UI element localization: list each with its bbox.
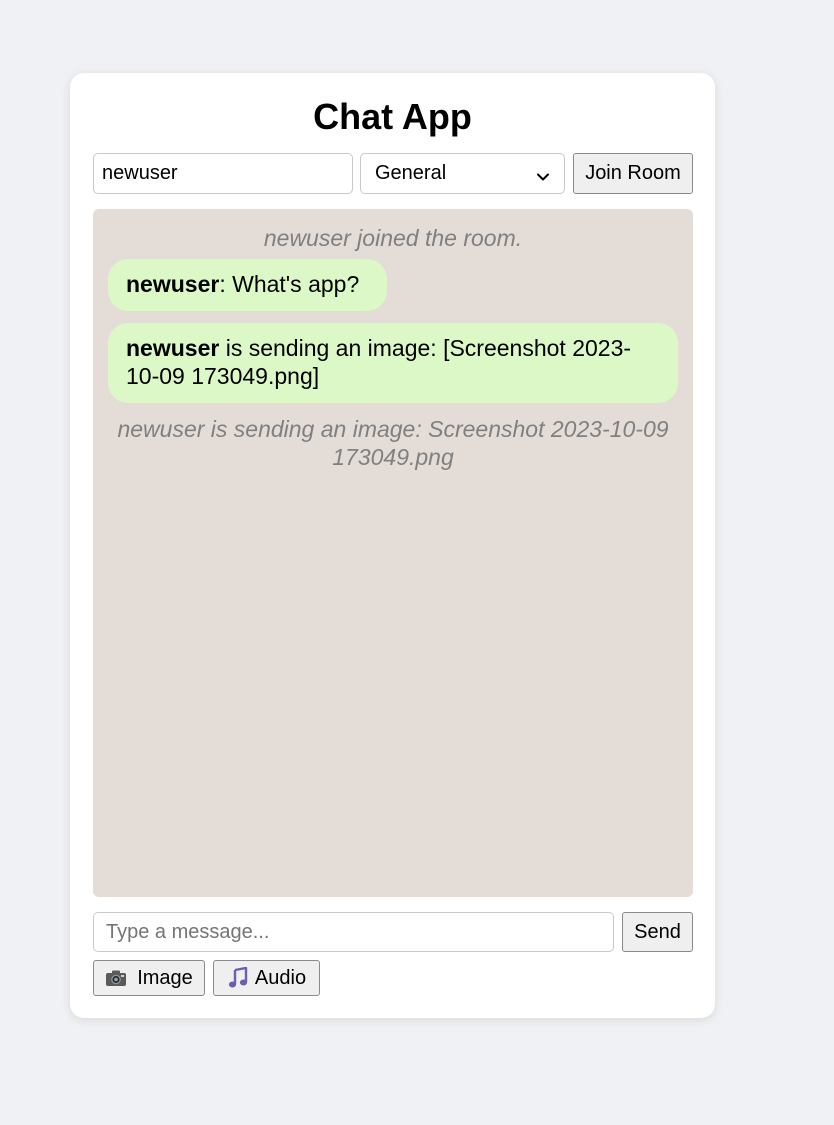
system-message: newuser is sending an image: Screenshot … <box>117 416 669 470</box>
audio-button-label: Audio <box>254 966 307 989</box>
message-text: : What's app? <box>219 271 360 297</box>
app-title: Chat App <box>313 96 472 137</box>
send-button[interactable]: Send <box>622 912 693 952</box>
chat-bubble: newuser is sending an image: [Screenshot… <box>108 323 678 403</box>
message-sender: newuser <box>126 335 220 361</box>
username-value: newuser <box>102 162 178 184</box>
system-message: newuser joined the room. <box>263 225 523 251</box>
image-button-label: Image <box>137 966 193 989</box>
chat-card: Chat App newuser General Join Room newus… <box>70 73 715 1018</box>
messages-panel[interactable]: newuser joined the room. newuser: What's… <box>93 209 693 897</box>
username-input[interactable]: newuser <box>93 153 353 194</box>
message-input[interactable]: Type a message... <box>93 912 614 952</box>
chat-bubble: newuser: What's app? <box>108 259 387 311</box>
audio-button[interactable]: Audio <box>213 960 320 996</box>
music-note-icon <box>227 967 249 989</box>
room-selected-value: General <box>375 162 447 184</box>
camera-icon <box>105 969 127 987</box>
message-sender: newuser <box>126 271 220 297</box>
message-placeholder: Type a message... <box>106 920 270 943</box>
room-select[interactable]: General <box>360 153 565 194</box>
chevron-down-icon <box>536 167 550 181</box>
join-room-button[interactable]: Join Room <box>573 153 693 194</box>
image-button[interactable]: Image <box>93 960 205 996</box>
